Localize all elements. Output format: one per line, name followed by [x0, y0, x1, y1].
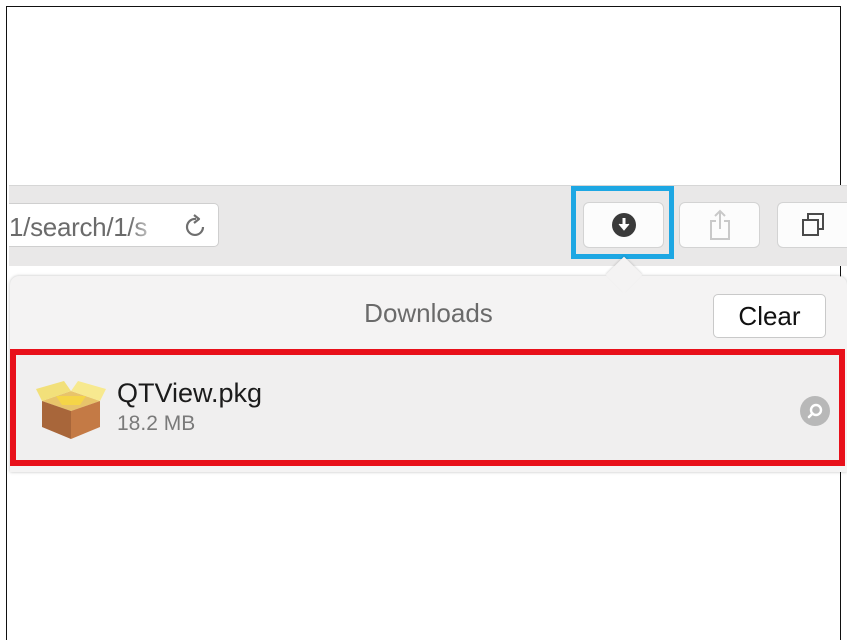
clear-button[interactable]: Clear — [713, 294, 826, 338]
share-icon — [709, 209, 730, 240]
address-bar[interactable]: 1/search/1/s — [9, 203, 219, 247]
tabs-overview-button[interactable] — [777, 202, 847, 248]
share-button[interactable] — [679, 202, 760, 248]
tabs-overview-icon — [802, 213, 824, 236]
downloads-button-highlight — [571, 186, 674, 259]
download-item-highlight — [10, 349, 845, 466]
browser-toolbar: 1/search/1/s — [9, 185, 847, 266]
address-bar-text: 1/search/1/s — [9, 212, 148, 242]
reload-icon[interactable] — [183, 213, 209, 239]
